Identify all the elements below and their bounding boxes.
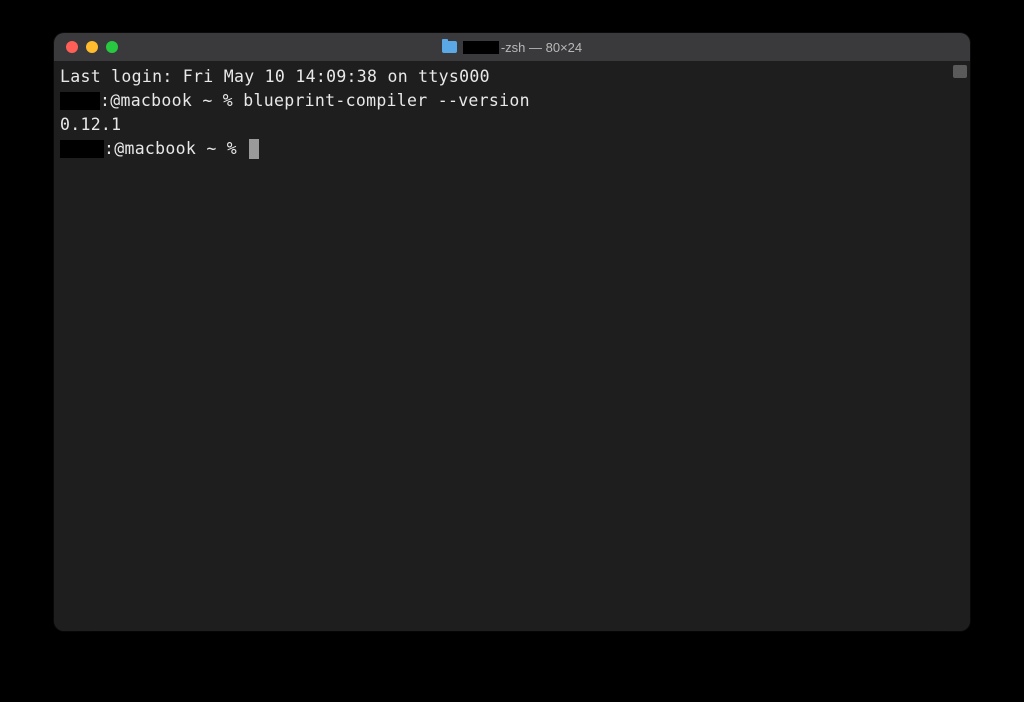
- terminal-window: -zsh — 80×24 Last login: Fri May 10 14:0…: [54, 33, 970, 631]
- prompt-text: :@macbook ~ %: [100, 89, 243, 113]
- traffic-lights: [54, 41, 118, 53]
- terminal-body[interactable]: Last login: Fri May 10 14:09:38 on ttys0…: [54, 61, 970, 631]
- folder-icon: [442, 41, 457, 53]
- terminal-line: Last login: Fri May 10 14:09:38 on ttys0…: [60, 65, 964, 89]
- cursor: [249, 139, 259, 159]
- last-login-text: Last login: Fri May 10 14:09:38 on ttys0…: [60, 65, 490, 89]
- scroll-indicator[interactable]: [953, 65, 967, 78]
- command-text: blueprint-compiler --version: [243, 89, 530, 113]
- redacted-block: [60, 140, 104, 158]
- minimize-button[interactable]: [86, 41, 98, 53]
- redacted-block: [60, 92, 100, 110]
- redacted-block: [463, 41, 499, 54]
- terminal-line: :@macbook ~ %: [60, 137, 964, 161]
- prompt-text: :@macbook ~ %: [104, 137, 247, 161]
- close-button[interactable]: [66, 41, 78, 53]
- window-title: -zsh — 80×24: [54, 40, 970, 55]
- window-titlebar[interactable]: -zsh — 80×24: [54, 33, 970, 61]
- title-suffix: -zsh — 80×24: [501, 40, 582, 55]
- maximize-button[interactable]: [106, 41, 118, 53]
- title-text: -zsh — 80×24: [463, 40, 582, 55]
- terminal-line: 0.12.1: [60, 113, 964, 137]
- terminal-line: :@macbook ~ % blueprint-compiler --versi…: [60, 89, 964, 113]
- output-text: 0.12.1: [60, 113, 121, 137]
